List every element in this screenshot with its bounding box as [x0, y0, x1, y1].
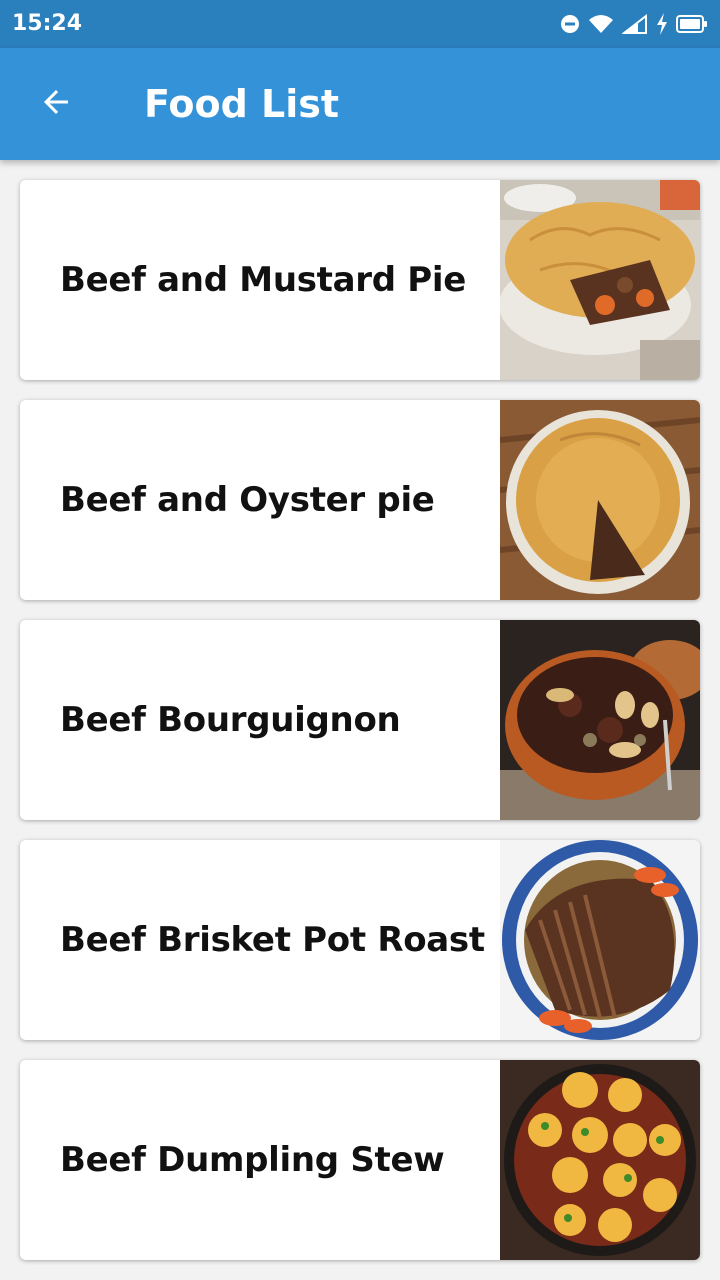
pie-cut-image [500, 400, 700, 600]
arrow-back-icon [38, 84, 74, 125]
dumpling-stew-image [500, 1060, 700, 1260]
status-icons [560, 11, 708, 37]
food-list: Beef and Mustard Pie Beef and Oyster pie [0, 160, 720, 1280]
status-bar: 15:24 [0, 0, 720, 48]
signal-icon [622, 14, 648, 34]
page-title: Food List [144, 82, 340, 126]
stew-pot-image [500, 620, 700, 820]
food-name: Beef and Mustard Pie [60, 260, 467, 300]
food-name: Beef Brisket Pot Roast [60, 920, 485, 960]
food-name: Beef Bourguignon [60, 700, 401, 740]
food-card[interactable]: Beef and Oyster pie [20, 400, 700, 600]
status-time: 15:24 [12, 11, 83, 36]
food-card[interactable]: Beef Bourguignon [20, 620, 700, 820]
app-bar: Food List [0, 48, 720, 160]
food-card[interactable]: Beef Brisket Pot Roast [20, 840, 700, 1040]
food-name: Beef Dumpling Stew [60, 1140, 445, 1180]
battery-icon [676, 14, 708, 34]
back-button[interactable] [20, 68, 92, 140]
food-card[interactable]: Beef and Mustard Pie [20, 180, 700, 380]
brisket-platter-image [500, 840, 700, 1040]
charging-icon [656, 13, 668, 35]
wifi-icon [588, 14, 614, 34]
food-name: Beef and Oyster pie [60, 480, 435, 520]
do-not-disturb-icon [560, 14, 580, 34]
pie-slice-image [500, 180, 700, 380]
food-card[interactable]: Beef Dumpling Stew [20, 1060, 700, 1260]
